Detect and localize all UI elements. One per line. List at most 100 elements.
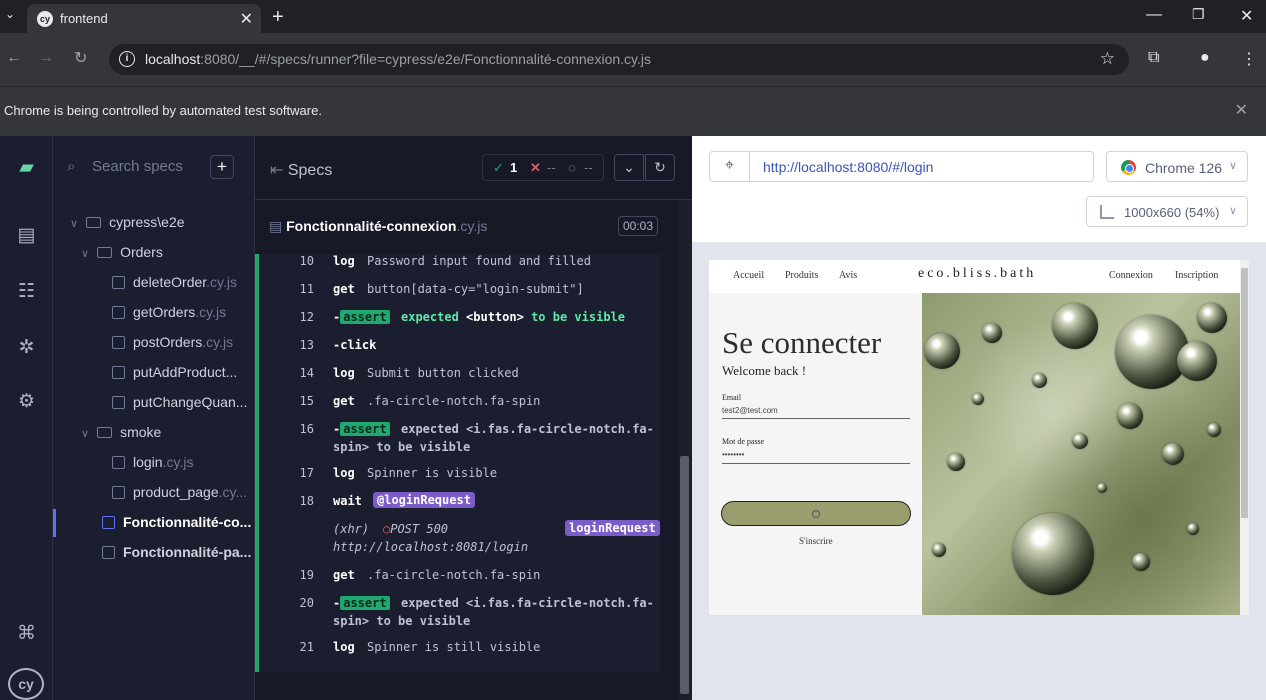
file-icon: [112, 366, 125, 379]
command-row-assert[interactable]: 20- assert expected <i.fas.fa-circle-notch…: [259, 596, 660, 632]
rerun-button[interactable]: ↻: [645, 154, 675, 181]
login-submit-button[interactable]: [721, 501, 911, 526]
site-info-icon[interactable]: i: [119, 51, 135, 67]
forward-icon[interactable]: →: [38, 49, 54, 67]
file-icon: [112, 276, 125, 289]
active-spec-indicator: [53, 509, 56, 537]
command-row-assert[interactable]: 16- assert expected <i.fas.fa-circle-notch…: [259, 422, 660, 458]
infobar-close-icon[interactable]: ✕: [1235, 100, 1248, 120]
tree-file-postorders[interactable]: postOrders.cy.js: [112, 334, 252, 350]
file-icon: ▤: [269, 218, 287, 234]
bookmark-star-icon[interactable]: ☆: [1100, 49, 1115, 69]
app-nav-inscription[interactable]: Inscription: [1175, 270, 1218, 281]
file-icon: [112, 486, 125, 499]
new-spec-button[interactable]: +: [210, 155, 234, 179]
back-icon[interactable]: ←: [6, 49, 22, 67]
aut-scrollbar[interactable]: [1240, 260, 1249, 615]
debug-list-icon[interactable]: ☷: [0, 280, 53, 303]
address-bar: ← → ↻ i localhost:8080/__/#/specs/runner…: [0, 33, 1266, 86]
command-log-reporter: ⇤ Specs ✓ 1 ✕ -- ◌ -- ⌄ ↻ ▤ Fonctionnali…: [255, 136, 692, 700]
chevron-down-icon: ∨: [81, 248, 90, 260]
passed-count: 1: [510, 160, 518, 175]
bug-icon[interactable]: ✲: [0, 336, 53, 359]
extensions-icon[interactable]: ⧉: [1148, 49, 1159, 67]
app-brand-logo[interactable]: eco.bliss.bath: [918, 266, 1036, 282]
automation-infobar: Chrome is being controlled by automated …: [0, 86, 1266, 136]
viewport-size: 1000x660 (54%): [1124, 205, 1220, 220]
login-form-panel: Se connecter Welcome back ! Email test2@…: [709, 293, 922, 615]
pending-count: --: [584, 160, 593, 175]
tree-folder-smoke[interactable]: ∨ smoke: [81, 424, 161, 440]
app-nav-produits[interactable]: Produits: [785, 270, 818, 281]
aut-url[interactable]: http://localhost:8080/#/login: [763, 159, 933, 175]
window-close-icon[interactable]: ✕: [1240, 6, 1253, 26]
tree-file-getorders[interactable]: getOrders.cy.js: [112, 304, 252, 320]
tree-file-fonctionnalite-connexion[interactable]: Fonctionnalité-co...: [102, 514, 252, 530]
chevron-down-button[interactable]: ⌄: [614, 154, 644, 181]
reload-icon[interactable]: ↻: [74, 48, 87, 68]
file-icon: [102, 546, 115, 559]
tree-file-deleteorder[interactable]: deleteOrder.cy.js: [112, 274, 252, 290]
app-nav-connexion[interactable]: Connexion: [1109, 270, 1153, 281]
browser-name: Chrome 126: [1145, 160, 1223, 176]
new-tab-icon[interactable]: +: [272, 6, 284, 29]
command-row-xhr[interactable]: (xhr) ○POST 500 loginRequest http://localho…: [259, 520, 660, 554]
cypress-left-nav: ▰ ▤ ☷ ✲ ⚙ ⌘ cy: [0, 136, 53, 700]
folder-icon: [97, 247, 113, 258]
app-under-test-panel: ⌖ http://localhost:8080/#/login Chrome 1…: [692, 136, 1266, 700]
aut-url-bar[interactable]: ⌖ http://localhost:8080/#/login: [709, 151, 1094, 182]
cypress-logo-icon: cy: [8, 668, 44, 700]
browser-selector[interactable]: Chrome 126 ∨: [1106, 151, 1248, 182]
spec-duration: 00:03: [618, 216, 658, 236]
login-heading: Se connecter: [722, 325, 882, 360]
tree-file-putaddproduct[interactable]: putAddProduct...: [112, 364, 252, 380]
failed-count: --: [547, 160, 556, 175]
selector-playground-icon[interactable]: ⌖: [710, 152, 750, 181]
tab-close-icon[interactable]: ✕: [240, 9, 253, 29]
search-specs-input[interactable]: Search specs: [92, 158, 183, 175]
chevron-down-icon: ∨: [1228, 160, 1237, 172]
collapse-arrow-icon: ⇤: [270, 162, 284, 179]
tree-folder-orders[interactable]: ∨ Orders: [81, 244, 163, 260]
file-icon: [112, 306, 125, 319]
file-icon: [102, 516, 115, 529]
tree-file-putchangequantity[interactable]: putChangeQuan...: [112, 394, 252, 410]
tree-file-fonctionnalite-panier[interactable]: Fonctionnalité-pa...: [102, 544, 252, 560]
command-log: 10 log Password input found and filled 11 g…: [255, 254, 660, 672]
menu-kebab-icon[interactable]: ⋮: [1241, 49, 1257, 69]
hero-bubbles-image: [922, 293, 1240, 615]
folder-icon: [97, 427, 113, 438]
browser-tab[interactable]: cy frontend ✕: [27, 4, 261, 33]
reporter-scroll-thumb[interactable]: [680, 456, 689, 694]
tab-search-icon[interactable]: ⌄: [5, 7, 15, 21]
app-nav-avis[interactable]: Avis: [839, 270, 857, 281]
chevron-down-icon: ∨: [70, 218, 79, 230]
keyboard-shortcuts-icon[interactable]: ⌘: [0, 622, 53, 645]
tree-file-login[interactable]: login.cy.js: [112, 454, 252, 470]
aut-scroll-thumb[interactable]: [1241, 268, 1248, 518]
omnibox[interactable]: i localhost:8080/__/#/specs/runner?file=…: [109, 44, 1129, 75]
tree-folder-e2e[interactable]: ∨ cypress\e2e: [70, 214, 185, 230]
welcome-text: Welcome back !: [722, 363, 807, 378]
specs-toggle[interactable]: ⇤ Specs: [270, 160, 332, 180]
specs-app-icon[interactable]: ▰: [0, 156, 53, 179]
cypress-favicon-icon: cy: [37, 11, 53, 27]
restore-icon[interactable]: ❐: [1192, 6, 1205, 23]
viewport-selector[interactable]: 1000x660 (54%) ∨: [1086, 196, 1248, 227]
chevron-down-icon: ∨: [1228, 205, 1237, 217]
tab-bar: ⌄ cy frontend ✕ + — ❐ ✕: [0, 0, 1266, 33]
infobar-message: Chrome is being controlled by automated …: [4, 103, 322, 118]
settings-gear-icon[interactable]: ⚙: [0, 390, 53, 413]
runs-icon[interactable]: ▤: [0, 224, 53, 247]
app-nav-accueil[interactable]: Accueil: [733, 270, 764, 281]
password-field[interactable]: ••••••••: [722, 450, 744, 459]
reporter-header: ⇤ Specs ✓ 1 ✕ -- ◌ -- ⌄ ↻: [255, 136, 692, 200]
minimize-icon[interactable]: —: [1146, 6, 1162, 24]
file-icon: [112, 336, 125, 349]
signup-link[interactable]: S'inscrire: [799, 536, 833, 546]
profile-icon[interactable]: ●: [1200, 49, 1210, 67]
tree-file-product-page[interactable]: product_page.cy...: [112, 484, 252, 500]
email-label: Email: [722, 393, 742, 402]
email-field[interactable]: test2@test.com: [722, 406, 778, 415]
omnibox-url[interactable]: localhost:8080/__/#/specs/runner?file=cy…: [145, 51, 651, 67]
